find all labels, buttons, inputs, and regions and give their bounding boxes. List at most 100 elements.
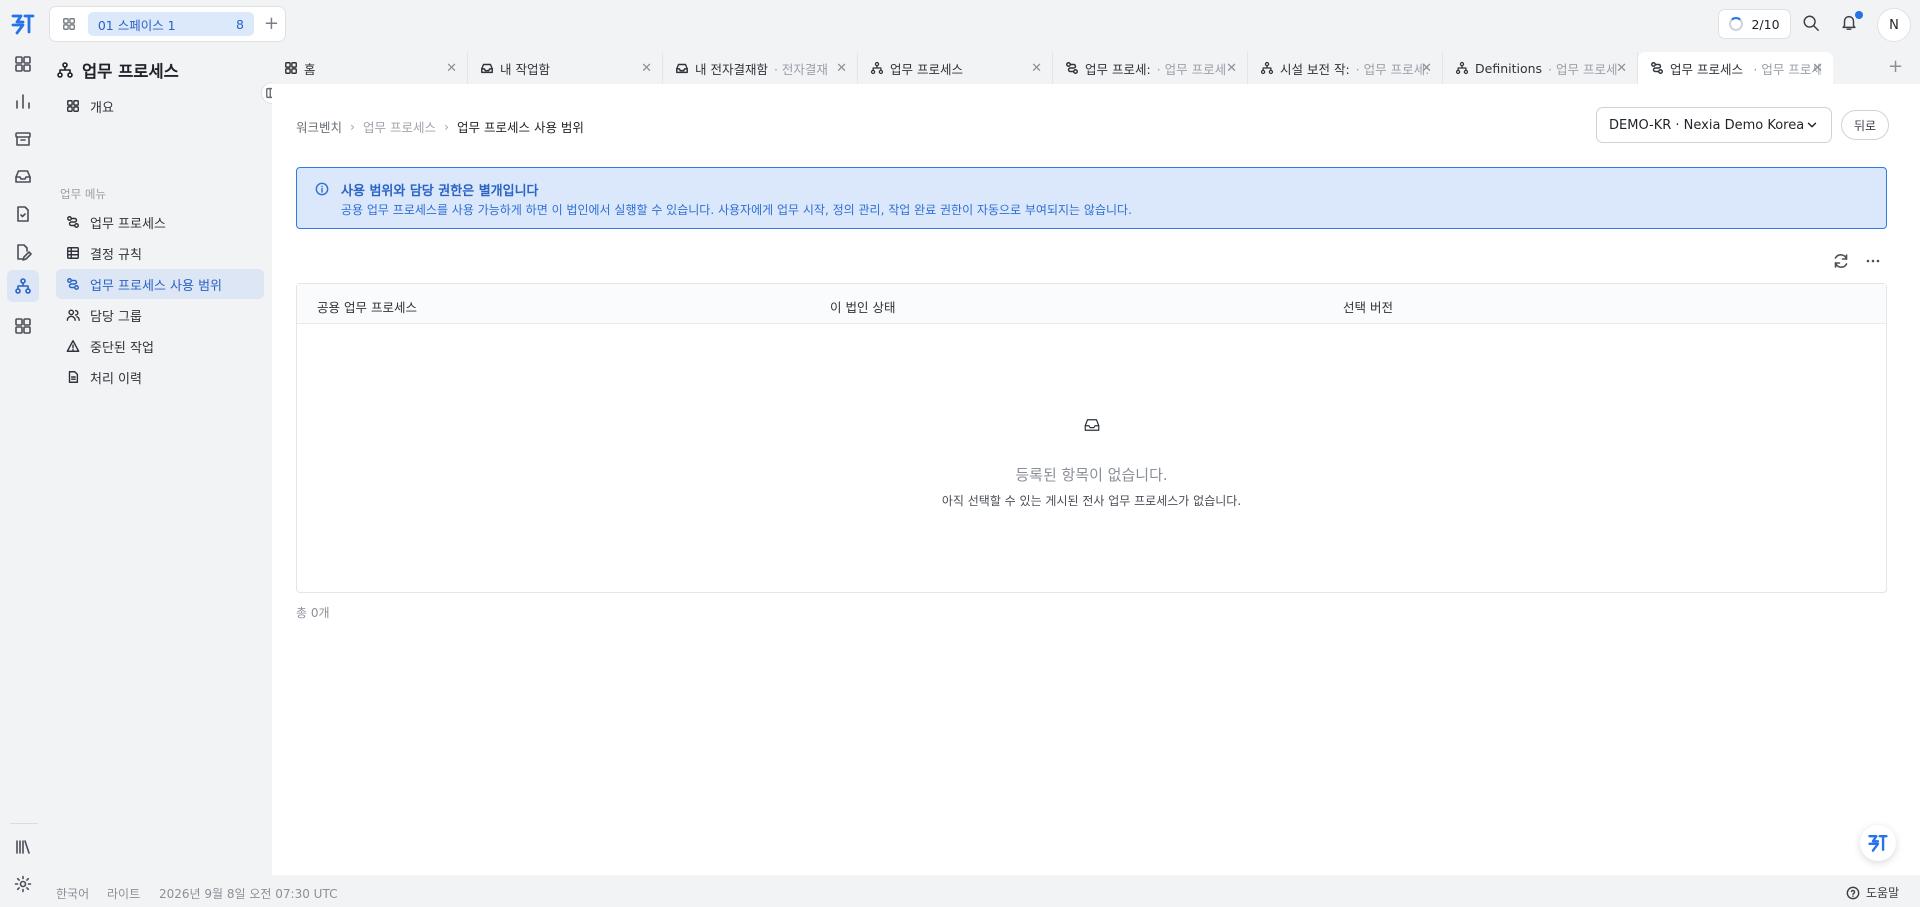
tab-workflow-detail[interactable]: 업무 프로세: · 업무 프로세 ✕: [1053, 52, 1248, 84]
scope-table: 공용 업무 프로세스 이 법인 상태 선택 버전 등록된 항목이 없습니다. 아…: [296, 283, 1887, 593]
sidebar-item-label: 개요: [90, 100, 114, 116]
tab-workflows[interactable]: 업무 프로세스 ✕: [858, 52, 1053, 84]
workflow-icon: [66, 277, 80, 291]
space-label: 01 스페이스 1: [97, 17, 176, 33]
breadcrumb-mid[interactable]: 업무 프로세스: [363, 117, 436, 136]
close-icon[interactable]: ✕: [1616, 61, 1627, 76]
add-space-button[interactable]: +: [264, 15, 279, 33]
rail-divider: [10, 823, 38, 824]
sidebar-item-workflow-scope[interactable]: 업무 프로세스 사용 범위: [56, 269, 264, 299]
alert-triangle-icon: [66, 339, 80, 353]
tab-sublabel: · 업무 프로세:: [1355, 61, 1430, 77]
notification-dot: [1855, 11, 1863, 19]
tab-my-tasks[interactable]: 내 작업함 ✕: [468, 52, 663, 84]
close-icon[interactable]: ✕: [836, 61, 847, 76]
spinner-icon: [1729, 17, 1744, 31]
theme-selector[interactable]: 라이트: [107, 885, 140, 902]
more-options-icon[interactable]: [1864, 252, 1882, 270]
sidebar-item-label: 처리 이력: [90, 371, 142, 387]
help-label: 도움말: [1866, 886, 1900, 900]
chevron-right-icon: ›: [350, 119, 356, 134]
empty-state-description: 아직 선택할 수 있는 게시된 전사 업무 프로세스가 없습니다.: [941, 494, 1242, 508]
tab-label: 업무 프로세스 사:: [1670, 61, 1747, 77]
total-count: 총 0개: [296, 606, 330, 620]
tab-label: Definitions: [1475, 60, 1543, 76]
entity-select-value: DEMO-KR · Nexia Demo Korea: [1609, 117, 1805, 133]
sidebar-item-label: 담당 그룹: [90, 309, 142, 325]
library-icon[interactable]: [11, 835, 35, 859]
avatar[interactable]: N: [1877, 8, 1911, 42]
workflow-icon: [56, 61, 74, 79]
entity-select[interactable]: DEMO-KR · Nexia Demo Korea: [1596, 107, 1832, 143]
icon-rail: [0, 48, 46, 907]
tab-facility-maintenance[interactable]: 시설 보전 작: · 업무 프로세: ✕: [1248, 52, 1443, 84]
language-selector[interactable]: 한국어: [56, 885, 89, 902]
dashboard-icon[interactable]: [11, 52, 35, 76]
edit-document-icon[interactable]: [11, 240, 35, 264]
tab-workflow-scope[interactable]: 업무 프로세스 사: · 업무 프로세스 ✕: [1638, 52, 1833, 84]
breadcrumb-current: 업무 프로세스 사용 범위: [457, 120, 584, 135]
column-header[interactable]: 공용 업무 프로세스: [317, 297, 417, 316]
column-header[interactable]: 선택 버전: [1343, 297, 1393, 316]
sidebar-item-label: 업무 프로세스 사용 범위: [90, 278, 222, 294]
tab-sublabel: · 업무 프로세: [1156, 61, 1227, 77]
tab-home[interactable]: 홈 ✕: [272, 52, 468, 84]
help-button[interactable]: 도움말: [1846, 884, 1899, 901]
column-header[interactable]: 이 법인 상태: [830, 297, 895, 316]
info-title: 사용 범위와 담당 권한은 별개입니다: [341, 184, 539, 199]
search-icon[interactable]: [1802, 14, 1822, 34]
chart-icon[interactable]: [11, 89, 35, 113]
assistant-fab-button[interactable]: [1860, 825, 1896, 861]
task-progress-indicator[interactable]: 2/10: [1718, 9, 1791, 39]
tab-definitions[interactable]: Definitions · 업무 프로세 ✕: [1443, 52, 1638, 84]
table-header: 공용 업무 프로세스 이 법인 상태 선택 버전: [297, 284, 1886, 324]
top-bar: 01 스페이스 1 8 + 2/10 N: [0, 0, 1920, 48]
empty-state-title: 등록된 항목이 없습니다.: [1015, 466, 1168, 484]
apps-icon[interactable]: [11, 314, 35, 338]
sidebar-item-overview[interactable]: 개요: [56, 91, 264, 121]
workflow-icon: [1455, 61, 1469, 75]
close-icon[interactable]: ✕: [1812, 61, 1823, 76]
sidebar-item-decision-rules[interactable]: 결정 규칙: [56, 238, 264, 268]
close-icon[interactable]: ✕: [1031, 61, 1042, 76]
sidebar-title-text: 업무 프로세스: [82, 62, 179, 81]
grid-icon: [284, 61, 298, 75]
inbox-icon[interactable]: [11, 164, 35, 188]
close-icon[interactable]: ✕: [446, 61, 457, 76]
sidebar-item-label: 업무 프로세스: [90, 216, 166, 232]
tab-label: 내 작업함: [500, 61, 550, 77]
sidebar-item-workflows[interactable]: 업무 프로세스: [56, 207, 264, 237]
tab-bar: 홈 ✕ 내 작업함 ✕ 내 전자결재함 · 전자결재 ✕ 업무 프로세스 ✕ 업…: [272, 48, 1920, 84]
tab-label: 시설 보전 작:: [1280, 61, 1350, 77]
workflow-icon: [870, 61, 884, 75]
tab-my-approvals[interactable]: 내 전자결재함 · 전자결재 ✕: [663, 52, 858, 84]
breadcrumb: 워크벤치 › 업무 프로세스 › 업무 프로세스 사용 범위: [296, 117, 584, 136]
breadcrumb-root[interactable]: 워크벤치: [296, 117, 342, 136]
space-count: 8: [235, 16, 244, 32]
sidebar-item-stopped-tasks[interactable]: 중단된 작업: [56, 331, 264, 361]
close-icon[interactable]: ✕: [641, 61, 652, 76]
approval-file-icon[interactable]: [11, 202, 35, 226]
info-banner: 사용 범위와 담당 권한은 별개입니다 공용 업무 프로세스를 사용 가능하게 …: [296, 167, 1887, 229]
info-body: 공용 업무 프로세스를 사용 가능하게 하면 이 법인에서 실행할 수 있습니다…: [341, 203, 1132, 217]
workflow-icon[interactable]: [7, 270, 39, 302]
footer: 한국어 라이트 2026년 9월 8일 오전 07:30 UTC 도움말: [0, 875, 1920, 907]
refresh-icon[interactable]: [1832, 252, 1850, 270]
sidebar: 업무 프로세스 개요 업무 메뉴 업무 프로세스 결정 규칙 업무 프로세스 사…: [46, 48, 272, 868]
close-icon[interactable]: ✕: [1226, 61, 1237, 76]
close-icon[interactable]: ✕: [1421, 61, 1432, 76]
back-button[interactable]: 뒤로: [1841, 110, 1889, 140]
inbox-icon: [675, 61, 689, 75]
sidebar-item-label: 결정 규칙: [90, 247, 142, 263]
archive-icon[interactable]: [11, 127, 35, 151]
workflow-icon: [1260, 61, 1274, 75]
sidebar-title: 업무 프로세스: [56, 58, 179, 82]
space-tab[interactable]: 01 스페이스 1 8: [87, 12, 254, 36]
sidebar-item-assignee-groups[interactable]: 담당 그룹: [56, 300, 264, 330]
help-circle-icon: [1846, 886, 1860, 900]
app-logo-icon[interactable]: [10, 11, 36, 37]
sidebar-item-history[interactable]: 처리 이력: [56, 362, 264, 392]
grid-icon[interactable]: [56, 17, 82, 31]
users-icon: [66, 308, 80, 322]
add-tab-button[interactable]: +: [1888, 56, 1903, 77]
